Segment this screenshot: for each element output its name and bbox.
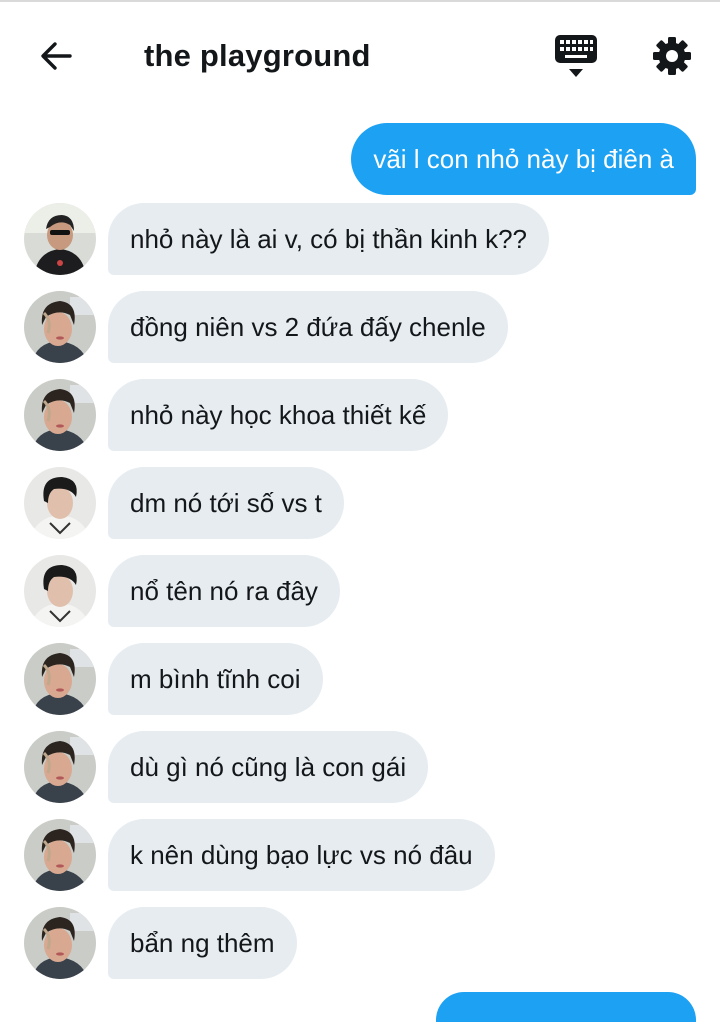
received-message-bubble[interactable]: dm nó tới số vs t (108, 467, 344, 539)
message-row: nhỏ này là ai v, có bị thần kinh k?? (24, 202, 549, 276)
received-message-bubble[interactable]: m bình tĩnh coi (108, 643, 323, 715)
avatar[interactable] (24, 291, 96, 363)
message-row: m bình tĩnh coi (24, 642, 323, 716)
avatar[interactable] (24, 643, 96, 715)
sent-message-bubble-partial[interactable] (436, 992, 696, 1022)
message-row: đồng niên vs 2 đứa đấy chenle (24, 290, 508, 364)
received-message-bubble[interactable]: nhỏ này học khoa thiết kế (108, 379, 449, 451)
received-message-bubble[interactable]: đồng niên vs 2 đứa đấy chenle (108, 291, 508, 363)
received-message-bubble[interactable]: k nên dùng bạo lực vs nó đâu (108, 819, 495, 891)
avatar[interactable] (24, 203, 96, 275)
message-row: dm nó tới số vs t (24, 466, 344, 540)
message-list: vãi l con nhỏ này bị điên à nhỏ này là a… (0, 0, 720, 1022)
received-message-bubble[interactable]: nhỏ này là ai v, có bị thần kinh k?? (108, 203, 549, 275)
avatar[interactable] (24, 731, 96, 803)
message-row: bẩn ng thêm (24, 906, 297, 980)
avatar[interactable] (24, 379, 96, 451)
message-row: k nên dùng bạo lực vs nó đâu (24, 818, 495, 892)
avatar[interactable] (24, 555, 96, 627)
message-row: nổ tên nó ra đây (24, 554, 340, 628)
received-message-bubble[interactable]: nổ tên nó ra đây (108, 555, 340, 627)
avatar[interactable] (24, 907, 96, 979)
avatar[interactable] (24, 467, 96, 539)
avatar[interactable] (24, 819, 96, 891)
received-message-bubble[interactable]: bẩn ng thêm (108, 907, 297, 979)
sent-message-bubble[interactable]: vãi l con nhỏ này bị điên à (351, 123, 696, 195)
message-row: dù gì nó cũng là con gái (24, 730, 429, 804)
message-row: nhỏ này học khoa thiết kế (24, 378, 449, 452)
received-message-bubble[interactable]: dù gì nó cũng là con gái (108, 731, 429, 803)
